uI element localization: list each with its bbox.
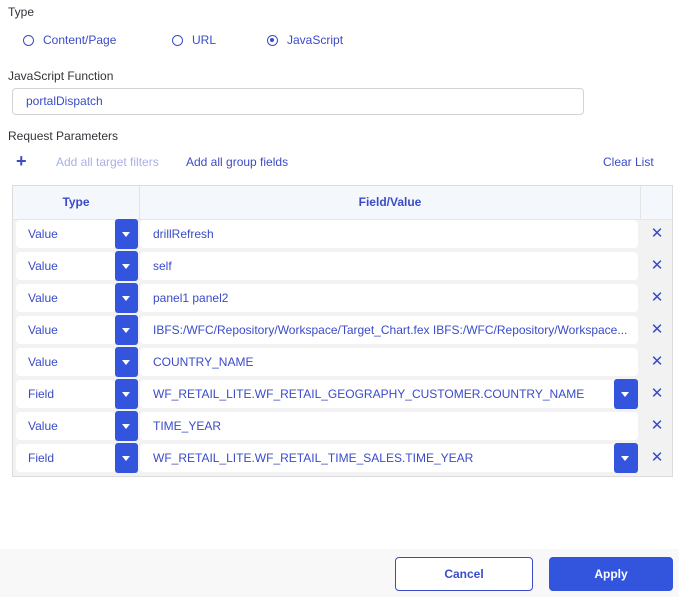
close-icon: ✕ [650, 321, 664, 338]
close-icon: ✕ [650, 449, 664, 466]
radio-label: Content/Page [43, 33, 117, 47]
type-select[interactable]: Value [16, 220, 116, 248]
column-header-field-value: Field/Value [358, 195, 422, 209]
field-value-input[interactable]: WF_RETAIL_LITE.WF_RETAIL_TIME_SALES.TIME… [140, 444, 638, 472]
field-value-input[interactable]: COUNTRY_NAME [140, 348, 638, 376]
type-select[interactable]: Field [16, 380, 116, 408]
table-row: Value COUNTRY_NAME ✕ [13, 347, 672, 377]
field-dropdown-button[interactable] [614, 379, 638, 409]
close-icon: ✕ [650, 353, 664, 370]
js-function-label: JavaScript Function [8, 69, 114, 83]
close-icon: ✕ [650, 225, 664, 242]
radio-checked-icon [267, 34, 278, 46]
table-row: Value IBFS:/WFC/Repository/Workspace/Targ… [13, 315, 672, 345]
close-icon: ✕ [650, 385, 664, 402]
type-dropdown-button[interactable] [115, 411, 138, 441]
field-value-input[interactable]: panel1 panel2 [140, 284, 638, 312]
table-row: Value self ✕ [13, 251, 672, 281]
caret-down-icon [122, 456, 130, 461]
type-dropdown-button[interactable] [115, 219, 138, 249]
table-row: Field WF_RETAIL_LITE.WF_RETAIL_GEOGRAPHY_… [13, 379, 672, 409]
caret-down-icon [122, 264, 130, 269]
apply-button[interactable]: Apply [549, 557, 673, 591]
parameters-table: Type Field/Value Value drillRefresh ✕ Value… [12, 185, 673, 477]
js-function-input[interactable]: portalDispatch [12, 88, 584, 115]
type-select[interactable]: Value [16, 284, 116, 312]
field-value-input[interactable]: WF_RETAIL_LITE.WF_RETAIL_GEOGRAPHY_CUSTO… [140, 380, 638, 408]
type-dropdown-button[interactable] [115, 315, 138, 345]
type-select[interactable]: Value [16, 412, 116, 440]
radio-unchecked-icon [23, 34, 34, 46]
type-select[interactable]: Value [16, 316, 116, 344]
table-row: Field WF_RETAIL_LITE.WF_RETAIL_TIME_SALES… [13, 443, 672, 473]
request-parameters-label: Request Parameters [8, 129, 119, 143]
column-header-type: Type [62, 195, 90, 209]
type-dropdown-button[interactable] [115, 251, 138, 281]
field-value-input[interactable]: drillRefresh [140, 220, 638, 248]
radio-unchecked-icon [172, 34, 183, 46]
remove-row-button[interactable]: ✕ [642, 283, 672, 313]
remove-row-button[interactable]: ✕ [642, 251, 672, 281]
caret-down-icon [122, 232, 130, 237]
type-dropdown-button[interactable] [115, 379, 138, 409]
remove-row-button[interactable]: ✕ [642, 443, 672, 473]
type-label: Type [8, 5, 35, 19]
table-row: Value TIME_YEAR ✕ [13, 411, 672, 441]
caret-down-icon [621, 456, 629, 461]
radio-label: JavaScript [287, 33, 344, 47]
caret-down-icon [122, 296, 130, 301]
plus-icon[interactable]: + [16, 151, 27, 171]
table-row: Value panel1 panel2 ✕ [13, 283, 672, 313]
type-dropdown-button[interactable] [115, 283, 138, 313]
remove-row-button[interactable]: ✕ [642, 315, 672, 345]
clear-list-link[interactable]: Clear List [603, 155, 654, 169]
field-value-input[interactable]: self [140, 252, 638, 280]
close-icon: ✕ [650, 289, 664, 306]
caret-down-icon [122, 360, 130, 365]
close-icon: ✕ [650, 257, 664, 274]
radio-label: URL [192, 33, 217, 47]
radio-url[interactable]: URL [172, 33, 216, 47]
remove-row-button[interactable]: ✕ [642, 347, 672, 377]
type-dropdown-button[interactable] [115, 347, 138, 377]
field-value-input[interactable]: TIME_YEAR [140, 412, 638, 440]
add-all-target-filters-link[interactable]: Add all target filters [56, 155, 159, 169]
radio-javascript[interactable]: JavaScript [267, 33, 343, 47]
remove-row-button[interactable]: ✕ [642, 219, 672, 249]
caret-down-icon [621, 392, 629, 397]
caret-down-icon [122, 424, 130, 429]
caret-down-icon [122, 328, 130, 333]
close-icon: ✕ [650, 417, 664, 434]
add-all-group-fields-link[interactable]: Add all group fields [186, 155, 288, 169]
table-row: Value drillRefresh ✕ [13, 219, 672, 249]
field-value-input[interactable]: IBFS:/WFC/Repository/Workspace/Target_Ch… [140, 316, 638, 344]
remove-row-button[interactable]: ✕ [642, 411, 672, 441]
cancel-button[interactable]: Cancel [395, 557, 533, 591]
remove-row-button[interactable]: ✕ [642, 379, 672, 409]
type-select[interactable]: Value [16, 348, 116, 376]
field-dropdown-button[interactable] [614, 443, 638, 473]
type-dropdown-button[interactable] [115, 443, 138, 473]
type-select[interactable]: Value [16, 252, 116, 280]
table-header: Type Field/Value [13, 186, 672, 220]
caret-down-icon [122, 392, 130, 397]
type-select[interactable]: Field [16, 444, 116, 472]
radio-content-page[interactable]: Content/Page [23, 33, 116, 47]
